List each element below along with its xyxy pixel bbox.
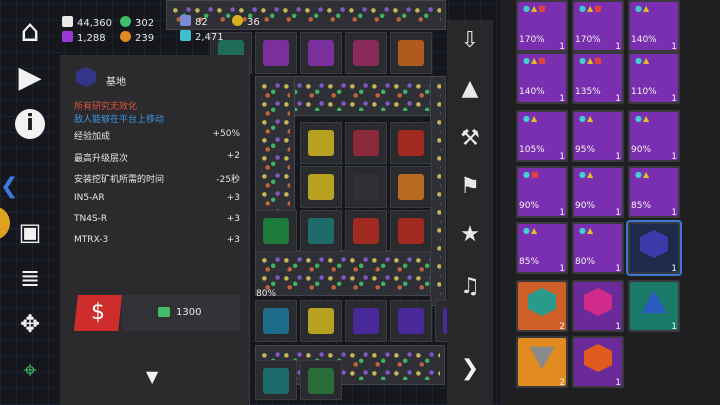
stat-row: 最高升级层次 +2 — [74, 151, 240, 164]
building-tile[interactable] — [345, 166, 387, 208]
panel-title: 基地 — [106, 77, 126, 88]
inventory-slot[interactable]: ●▲■ 170% 1 — [516, 0, 568, 52]
stat-label: 经验加成 — [74, 132, 111, 142]
money-counter: 44,360 — [62, 16, 112, 29]
tool-column: ⇩ ▲ ⚒ ⚑ ★ ♫ ❯ — [447, 20, 493, 405]
inventory-slot[interactable]: ●▲■ 135% 1 — [572, 52, 624, 104]
inventory-slot[interactable]: ●▲ 90% 1 — [628, 110, 680, 162]
inventory-slot[interactable]: 1 — [572, 280, 624, 332]
chevron-left-icon[interactable]: ❮ — [0, 174, 18, 199]
stat-label: TN4S-R — [74, 214, 108, 224]
inventory-slot[interactable]: 2 — [516, 280, 568, 332]
building-tile[interactable] — [300, 122, 342, 164]
road-icon[interactable]: ▲ — [453, 72, 487, 106]
star-icon[interactable]: ★ — [453, 218, 487, 252]
conveyor-track — [255, 250, 445, 296]
building-tile[interactable] — [255, 360, 297, 400]
inventory-slot[interactable]: ●▲ 105% 1 — [516, 110, 568, 162]
stat-value: +3 — [226, 193, 240, 203]
money-icon — [158, 307, 170, 317]
warning-text: 所有研究无效化 — [74, 102, 138, 112]
pickaxe-icon[interactable]: ⚒ — [453, 122, 487, 156]
building-tile[interactable] — [255, 32, 297, 74]
inventory-slot[interactable]: ●▲ 90% 1 — [572, 166, 624, 218]
board-percent: 80% — [256, 289, 277, 299]
target-icon[interactable]: ⌖ — [10, 350, 50, 390]
stat-row: 经验加成 +50% — [74, 129, 240, 142]
cost-value: 1300 — [176, 307, 202, 318]
left-nav: ⌂ ▶ i ❮ ▣ ≣ ✥ ⌖ — [0, 0, 58, 405]
building-tile[interactable] — [255, 300, 297, 342]
stat-value: +2 — [226, 151, 240, 161]
info-panel: 基地 所有研究无效化 敌人能够在平台上移动 经验加成 +50% 最高升级层次 +2 … — [60, 55, 250, 405]
building-tile[interactable] — [390, 300, 432, 342]
stat-row: TN4S-R +3 — [74, 214, 240, 224]
purple-counter: 1,288 — [62, 31, 106, 44]
stack-icon[interactable]: ≣ — [10, 258, 50, 298]
home-icon[interactable]: ⌂ — [10, 12, 50, 52]
building-tile[interactable] — [300, 300, 342, 342]
stat-label: 最高升级层次 — [74, 154, 129, 164]
building-tile[interactable] — [255, 210, 297, 252]
building-tile[interactable] — [390, 166, 432, 208]
conveyor-track — [430, 76, 446, 306]
inventory-slot[interactable]: ●▲ 95% 1 — [572, 110, 624, 162]
building-tile[interactable] — [300, 360, 342, 400]
stat-value: -25秒 — [216, 175, 240, 185]
research-counter: 302 — [120, 16, 154, 29]
base-icon — [76, 67, 96, 87]
inventory-slot[interactable]: ●■ 90% 1 — [516, 166, 568, 218]
conveyor-track — [166, 0, 446, 30]
stat-value: +3 — [226, 235, 240, 245]
board-counter-a: 82 — [180, 15, 208, 28]
board-counter-b: 36 — [232, 15, 260, 28]
stat-label: IN5-AR — [74, 193, 105, 203]
inventory-slot[interactable]: ●▲■ 140% 1 — [516, 52, 568, 104]
building-tile[interactable] — [345, 210, 387, 252]
chevron-right-icon[interactable]: ❯ — [453, 356, 487, 381]
stat-row: IN5-AR +3 — [74, 193, 240, 203]
inventory-slot-selected[interactable]: 1 — [626, 220, 682, 276]
building-tile[interactable] — [300, 166, 342, 208]
inventory-slot[interactable]: ●▲ 85% 1 — [516, 222, 568, 274]
play-icon[interactable]: ▶ — [10, 58, 50, 98]
music-icon[interactable]: ♫ — [453, 270, 487, 304]
building-tile[interactable] — [300, 210, 342, 252]
building-tile[interactable] — [345, 300, 387, 342]
inventory-slot[interactable]: 1 — [572, 336, 624, 388]
info-text: 敌人能够在平台上移动 — [74, 115, 165, 125]
inventory-slot[interactable]: ●▲ 110% 1 — [628, 52, 680, 104]
board-counter-c: 2,471 — [180, 30, 224, 43]
orange-counter: 239 — [120, 31, 154, 44]
coin-icon — [0, 206, 10, 240]
collapse-down-icon[interactable]: ▼ — [146, 367, 158, 386]
cost-display: 1300 — [122, 295, 240, 331]
inventory-slot[interactable]: ●▲ 80% 1 — [572, 222, 624, 274]
inventory-slot[interactable]: 2 — [516, 336, 568, 388]
stat-value: +3 — [226, 214, 240, 224]
stat-value: +50% — [212, 129, 240, 139]
stat-label: 安装挖矿机所需的时间 — [74, 175, 165, 185]
building-tile[interactable] — [390, 210, 432, 252]
building-tile[interactable] — [300, 32, 342, 74]
stat-label: MTRX-3 — [74, 235, 109, 245]
inventory-slot[interactable]: ●▲ 85% 1 — [628, 166, 680, 218]
inventory-slot[interactable]: 1 — [628, 280, 680, 332]
download-tray-icon[interactable]: ⇩ — [453, 24, 487, 58]
flag-icon[interactable]: ⚑ — [453, 170, 487, 204]
building-tile[interactable] — [390, 32, 432, 74]
building-tile[interactable] — [390, 122, 432, 164]
inventory-slot[interactable]: ●▲■ 170% 1 — [572, 0, 624, 52]
move-icon[interactable]: ✥ — [10, 304, 50, 344]
inventory-slot[interactable]: ●▲ 140% 1 — [628, 0, 680, 52]
building-tile[interactable] — [345, 122, 387, 164]
stat-row: MTRX-3 +3 — [74, 235, 240, 245]
stat-row: 安装挖矿机所需的时间 -25秒 — [74, 172, 240, 185]
building-tile[interactable] — [345, 32, 387, 74]
unlock-button[interactable]: $ — [74, 295, 122, 331]
tray-icon[interactable]: ▣ — [10, 212, 50, 252]
info-icon[interactable]: i — [10, 104, 50, 144]
